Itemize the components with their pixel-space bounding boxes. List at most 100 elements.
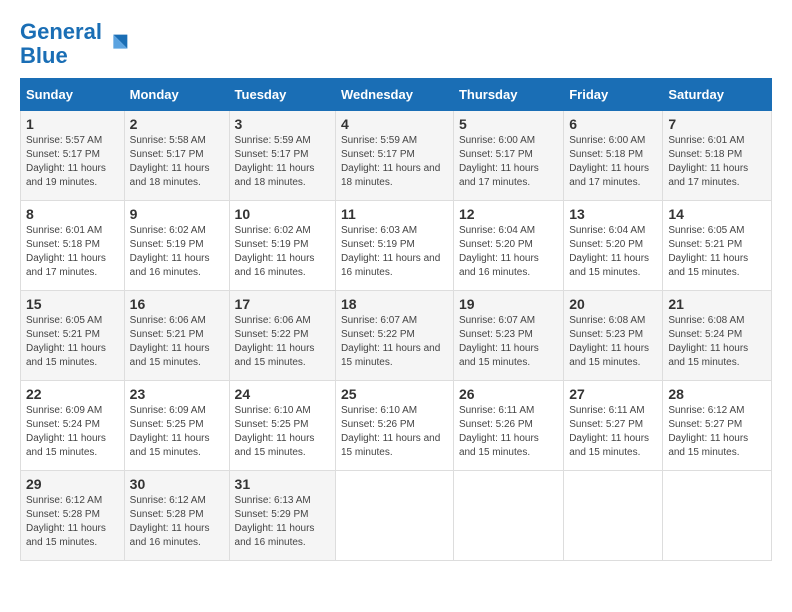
day-number: 20	[569, 296, 657, 312]
day-number: 25	[341, 386, 448, 402]
day-info: Sunrise: 6:07 AM Sunset: 5:23 PM Dayligh…	[459, 314, 558, 370]
day-number: 18	[341, 296, 448, 312]
day-info: Sunrise: 5:59 AM Sunset: 5:17 PM Dayligh…	[341, 134, 448, 190]
day-number: 19	[459, 296, 558, 312]
calendar-cell: 17 Sunrise: 6:06 AM Sunset: 5:22 PM Dayl…	[229, 291, 335, 381]
calendar-cell: 22 Sunrise: 6:09 AM Sunset: 5:24 PM Dayl…	[21, 381, 125, 471]
day-info: Sunrise: 6:01 AM Sunset: 5:18 PM Dayligh…	[26, 224, 119, 280]
header-day: Friday	[564, 79, 663, 111]
header-row: SundayMondayTuesdayWednesdayThursdayFrid…	[21, 79, 772, 111]
calendar-cell: 10 Sunrise: 6:02 AM Sunset: 5:19 PM Dayl…	[229, 201, 335, 291]
day-number: 14	[668, 206, 766, 222]
calendar-week-row: 1 Sunrise: 5:57 AM Sunset: 5:17 PM Dayli…	[21, 111, 772, 201]
day-info: Sunrise: 6:04 AM Sunset: 5:20 PM Dayligh…	[569, 224, 657, 280]
day-info: Sunrise: 6:02 AM Sunset: 5:19 PM Dayligh…	[235, 224, 330, 280]
day-number: 5	[459, 116, 558, 132]
day-info: Sunrise: 6:13 AM Sunset: 5:29 PM Dayligh…	[235, 494, 330, 550]
calendar-cell: 31 Sunrise: 6:13 AM Sunset: 5:29 PM Dayl…	[229, 471, 335, 561]
calendar-week-row: 22 Sunrise: 6:09 AM Sunset: 5:24 PM Dayl…	[21, 381, 772, 471]
day-number: 30	[130, 476, 224, 492]
logo: General Blue	[20, 20, 132, 68]
calendar-cell	[453, 471, 563, 561]
header-day: Wednesday	[335, 79, 453, 111]
calendar-cell	[663, 471, 772, 561]
calendar-week-row: 8 Sunrise: 6:01 AM Sunset: 5:18 PM Dayli…	[21, 201, 772, 291]
day-info: Sunrise: 6:05 AM Sunset: 5:21 PM Dayligh…	[26, 314, 119, 370]
day-info: Sunrise: 6:09 AM Sunset: 5:25 PM Dayligh…	[130, 404, 224, 460]
header-day: Sunday	[21, 79, 125, 111]
calendar-cell: 9 Sunrise: 6:02 AM Sunset: 5:19 PM Dayli…	[124, 201, 229, 291]
day-info: Sunrise: 5:57 AM Sunset: 5:17 PM Dayligh…	[26, 134, 119, 190]
day-info: Sunrise: 6:10 AM Sunset: 5:25 PM Dayligh…	[235, 404, 330, 460]
day-number: 9	[130, 206, 224, 222]
day-number: 2	[130, 116, 224, 132]
day-number: 24	[235, 386, 330, 402]
day-number: 12	[459, 206, 558, 222]
day-info: Sunrise: 6:06 AM Sunset: 5:22 PM Dayligh…	[235, 314, 330, 370]
day-info: Sunrise: 6:12 AM Sunset: 5:28 PM Dayligh…	[26, 494, 119, 550]
calendar-cell: 27 Sunrise: 6:11 AM Sunset: 5:27 PM Dayl…	[564, 381, 663, 471]
calendar-cell	[335, 471, 453, 561]
day-number: 21	[668, 296, 766, 312]
calendar-cell: 13 Sunrise: 6:04 AM Sunset: 5:20 PM Dayl…	[564, 201, 663, 291]
day-info: Sunrise: 5:59 AM Sunset: 5:17 PM Dayligh…	[235, 134, 330, 190]
calendar-cell: 2 Sunrise: 5:58 AM Sunset: 5:17 PM Dayli…	[124, 111, 229, 201]
calendar-cell: 23 Sunrise: 6:09 AM Sunset: 5:25 PM Dayl…	[124, 381, 229, 471]
day-info: Sunrise: 6:00 AM Sunset: 5:18 PM Dayligh…	[569, 134, 657, 190]
calendar-cell: 26 Sunrise: 6:11 AM Sunset: 5:26 PM Dayl…	[453, 381, 563, 471]
day-number: 29	[26, 476, 119, 492]
day-number: 3	[235, 116, 330, 132]
calendar-cell: 3 Sunrise: 5:59 AM Sunset: 5:17 PM Dayli…	[229, 111, 335, 201]
calendar-week-row: 29 Sunrise: 6:12 AM Sunset: 5:28 PM Dayl…	[21, 471, 772, 561]
day-number: 6	[569, 116, 657, 132]
day-number: 13	[569, 206, 657, 222]
day-number: 22	[26, 386, 119, 402]
calendar-table: SundayMondayTuesdayWednesdayThursdayFrid…	[20, 78, 772, 561]
day-info: Sunrise: 6:05 AM Sunset: 5:21 PM Dayligh…	[668, 224, 766, 280]
calendar-cell: 24 Sunrise: 6:10 AM Sunset: 5:25 PM Dayl…	[229, 381, 335, 471]
calendar-cell: 18 Sunrise: 6:07 AM Sunset: 5:22 PM Dayl…	[335, 291, 453, 381]
day-number: 1	[26, 116, 119, 132]
calendar-cell: 25 Sunrise: 6:10 AM Sunset: 5:26 PM Dayl…	[335, 381, 453, 471]
logo-icon	[104, 30, 132, 58]
day-info: Sunrise: 6:12 AM Sunset: 5:28 PM Dayligh…	[130, 494, 224, 550]
day-info: Sunrise: 6:11 AM Sunset: 5:26 PM Dayligh…	[459, 404, 558, 460]
calendar-cell: 5 Sunrise: 6:00 AM Sunset: 5:17 PM Dayli…	[453, 111, 563, 201]
day-number: 16	[130, 296, 224, 312]
calendar-cell: 11 Sunrise: 6:03 AM Sunset: 5:19 PM Dayl…	[335, 201, 453, 291]
day-info: Sunrise: 5:58 AM Sunset: 5:17 PM Dayligh…	[130, 134, 224, 190]
day-number: 17	[235, 296, 330, 312]
day-number: 23	[130, 386, 224, 402]
logo-text: General Blue	[20, 20, 102, 68]
day-info: Sunrise: 6:01 AM Sunset: 5:18 PM Dayligh…	[668, 134, 766, 190]
day-number: 11	[341, 206, 448, 222]
day-info: Sunrise: 6:04 AM Sunset: 5:20 PM Dayligh…	[459, 224, 558, 280]
day-info: Sunrise: 6:02 AM Sunset: 5:19 PM Dayligh…	[130, 224, 224, 280]
calendar-week-row: 15 Sunrise: 6:05 AM Sunset: 5:21 PM Dayl…	[21, 291, 772, 381]
day-number: 27	[569, 386, 657, 402]
day-info: Sunrise: 6:08 AM Sunset: 5:23 PM Dayligh…	[569, 314, 657, 370]
calendar-header: SundayMondayTuesdayWednesdayThursdayFrid…	[21, 79, 772, 111]
header-day: Saturday	[663, 79, 772, 111]
calendar-cell: 14 Sunrise: 6:05 AM Sunset: 5:21 PM Dayl…	[663, 201, 772, 291]
page-header: General Blue	[20, 20, 772, 68]
header-day: Thursday	[453, 79, 563, 111]
day-number: 4	[341, 116, 448, 132]
day-info: Sunrise: 6:10 AM Sunset: 5:26 PM Dayligh…	[341, 404, 448, 460]
calendar-cell: 6 Sunrise: 6:00 AM Sunset: 5:18 PM Dayli…	[564, 111, 663, 201]
day-number: 31	[235, 476, 330, 492]
calendar-cell: 21 Sunrise: 6:08 AM Sunset: 5:24 PM Dayl…	[663, 291, 772, 381]
calendar-cell: 8 Sunrise: 6:01 AM Sunset: 5:18 PM Dayli…	[21, 201, 125, 291]
calendar-cell: 16 Sunrise: 6:06 AM Sunset: 5:21 PM Dayl…	[124, 291, 229, 381]
calendar-cell: 4 Sunrise: 5:59 AM Sunset: 5:17 PM Dayli…	[335, 111, 453, 201]
day-info: Sunrise: 6:03 AM Sunset: 5:19 PM Dayligh…	[341, 224, 448, 280]
day-number: 28	[668, 386, 766, 402]
calendar-body: 1 Sunrise: 5:57 AM Sunset: 5:17 PM Dayli…	[21, 111, 772, 561]
day-info: Sunrise: 6:07 AM Sunset: 5:22 PM Dayligh…	[341, 314, 448, 370]
day-number: 15	[26, 296, 119, 312]
calendar-cell: 15 Sunrise: 6:05 AM Sunset: 5:21 PM Dayl…	[21, 291, 125, 381]
calendar-cell: 12 Sunrise: 6:04 AM Sunset: 5:20 PM Dayl…	[453, 201, 563, 291]
day-info: Sunrise: 6:11 AM Sunset: 5:27 PM Dayligh…	[569, 404, 657, 460]
calendar-cell: 29 Sunrise: 6:12 AM Sunset: 5:28 PM Dayl…	[21, 471, 125, 561]
calendar-cell: 7 Sunrise: 6:01 AM Sunset: 5:18 PM Dayli…	[663, 111, 772, 201]
